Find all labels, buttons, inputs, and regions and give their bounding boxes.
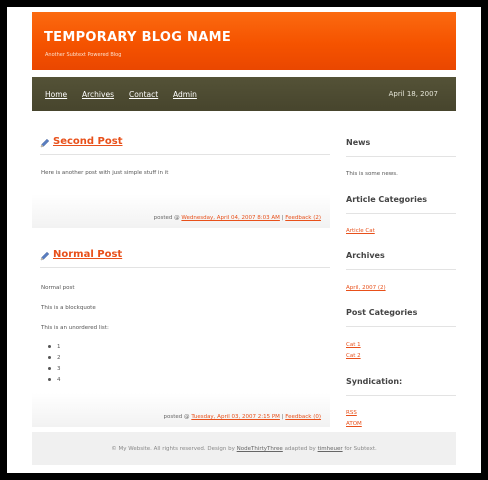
sidebar-heading-syndication: Syndication:	[346, 377, 403, 386]
sidebar-divider	[346, 156, 456, 157]
bullet-icon	[48, 356, 51, 359]
nav-bar: Home Archives Contact Admin April 18, 20…	[32, 77, 456, 111]
post-paragraph: This is an unordered list:	[41, 325, 109, 331]
sidebar-divider	[346, 395, 456, 396]
bullet-icon	[48, 378, 51, 381]
site-header: TEMPORARY BLOG NAME Another Subtext Powe…	[32, 12, 456, 70]
list-item-text: 2	[57, 355, 61, 361]
posted-label: posted @	[163, 414, 190, 420]
nav-archives-link[interactable]: Archives	[82, 90, 114, 99]
list-item: 2	[48, 355, 61, 361]
list-item: 3	[48, 366, 61, 372]
nav-admin-link[interactable]: Admin	[173, 90, 197, 99]
sidebar-divider	[346, 213, 456, 214]
post-body-text: Here is another post with just simple st…	[41, 170, 169, 176]
bullet-icon	[48, 345, 51, 348]
post-date-link[interactable]: Tuesday, April 03, 2007 2:15 PM	[191, 414, 280, 420]
article-category-link[interactable]: Article Cat	[346, 228, 375, 234]
post-title-link[interactable]: Second Post	[53, 136, 122, 147]
post-blockquote: This is a blockquote	[41, 305, 96, 311]
post-title-divider	[40, 154, 330, 155]
sidebar-divider	[346, 269, 456, 270]
nav-date: April 18, 2007	[388, 90, 438, 98]
list-item-text: 4	[57, 377, 61, 383]
sidebar-heading-post-categories: Post Categories	[346, 308, 418, 317]
post-meta: posted @ Wednesday, April 04, 2007 8:03 …	[154, 215, 321, 221]
copyright-prefix: © My Website. All rights reserved. Desig…	[111, 446, 235, 452]
posted-label: posted @	[153, 215, 180, 221]
list-item-text: 3	[57, 366, 61, 372]
nav-contact-link[interactable]: Contact	[129, 90, 158, 99]
site-footer: © My Website. All rights reserved. Desig…	[32, 432, 456, 465]
copyright-suffix: for Subtext.	[344, 446, 377, 452]
sidebar-heading-article-categories: Article Categories	[346, 195, 428, 204]
list-item: 4	[48, 377, 61, 383]
post-paragraph: Normal post	[41, 285, 75, 291]
designer-link[interactable]: NodeThirtyThree	[237, 446, 283, 452]
window-frame: TEMPORARY BLOG NAME Another Subtext Powe…	[7, 7, 481, 473]
meta-separator: |	[281, 215, 284, 221]
archive-link[interactable]: April, 2007 (2)	[346, 285, 386, 291]
nav-home-link[interactable]: Home	[45, 90, 67, 99]
post-date-link[interactable]: Wednesday, April 04, 2007 8:03 AM	[181, 215, 280, 221]
pencil-icon	[40, 251, 50, 261]
post-title-divider	[40, 267, 330, 268]
pencil-icon	[40, 138, 50, 148]
post-normal: Normal Post Normal post This is a blockq…	[32, 243, 330, 427]
post-category-link[interactable]: Cat 2	[346, 353, 361, 359]
copyright-text: © My Website. All rights reserved. Desig…	[32, 446, 456, 452]
post-footer: posted @ Wednesday, April 04, 2007 8:03 …	[32, 194, 330, 228]
list-item: 1	[48, 344, 61, 350]
post-title-link[interactable]: Normal Post	[53, 249, 122, 260]
feedback-link[interactable]: Feedback (0)	[285, 414, 321, 420]
feedback-link[interactable]: Feedback (2)	[285, 215, 321, 221]
sidebar-divider	[346, 326, 456, 327]
atom-link[interactable]: ATOM	[346, 421, 362, 427]
blog-page: TEMPORARY BLOG NAME Another Subtext Powe…	[32, 12, 456, 465]
news-text: This is some news.	[346, 171, 398, 177]
sidebar-heading-archives: Archives	[346, 251, 385, 260]
post-second: Second Post Here is another post with ju…	[32, 130, 330, 230]
site-tagline: Another Subtext Powered Blog	[45, 52, 122, 58]
site-title[interactable]: TEMPORARY BLOG NAME	[44, 30, 231, 45]
post-category-link[interactable]: Cat 1	[346, 342, 361, 348]
rss-link[interactable]: RSS	[346, 410, 357, 416]
list-item-text: 1	[57, 344, 61, 350]
sidebar-heading-news: News	[346, 138, 371, 147]
bullet-icon	[48, 367, 51, 370]
adapter-link[interactable]: timheuer	[318, 446, 343, 452]
post-meta: posted @ Tuesday, April 03, 2007 2:15 PM…	[164, 414, 321, 420]
meta-separator: |	[281, 414, 284, 420]
post-footer: posted @ Tuesday, April 03, 2007 2:15 PM…	[32, 393, 330, 427]
copyright-middle: adapted by	[284, 446, 316, 452]
